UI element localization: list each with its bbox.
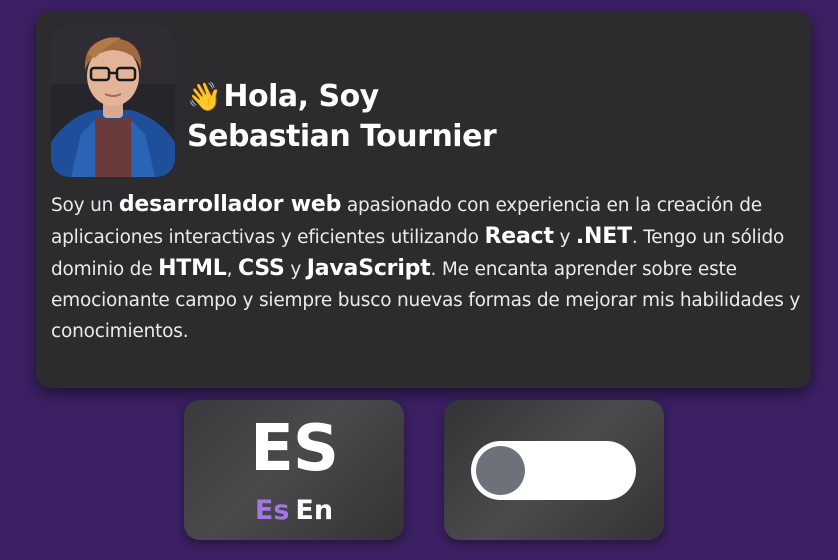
toggle-knob	[476, 446, 525, 495]
waving-hand-icon: 👋	[187, 80, 222, 113]
language-selector-card: ES Es En	[184, 400, 404, 540]
profile-heading: 👋 Hola, Soy Sebastian Tournier	[187, 77, 497, 157]
language-option-es[interactable]: Es	[255, 495, 290, 526]
theme-toggle-card	[444, 400, 664, 540]
bio-highlight: CSS	[238, 256, 285, 281]
greeting-text: Hola, Soy	[223, 79, 379, 114]
bio-highlight: .NET	[575, 224, 632, 249]
current-language-code: ES	[250, 412, 339, 486]
bio-paragraph: Soy un desarrollador web apasionado con …	[51, 189, 801, 347]
profile-card: 👋 Hola, Soy Sebastian Tournier Soy un de…	[36, 11, 811, 388]
bio-text: ,	[226, 259, 238, 280]
profile-avatar	[51, 24, 175, 177]
bio-highlight: desarrollador web	[118, 192, 342, 217]
bio-text: y	[284, 259, 307, 280]
bio-highlight: React	[484, 224, 554, 249]
bio-text: Soy un	[51, 195, 119, 216]
language-options: Es En	[184, 492, 404, 530]
bio-text: y	[553, 227, 576, 248]
bio-highlight: JavaScript	[306, 256, 431, 281]
bio-highlight: HTML	[158, 256, 227, 281]
profile-name: Sebastian Tournier	[187, 119, 497, 154]
language-option-en[interactable]: En	[295, 495, 333, 526]
theme-toggle-switch[interactable]	[471, 441, 636, 500]
